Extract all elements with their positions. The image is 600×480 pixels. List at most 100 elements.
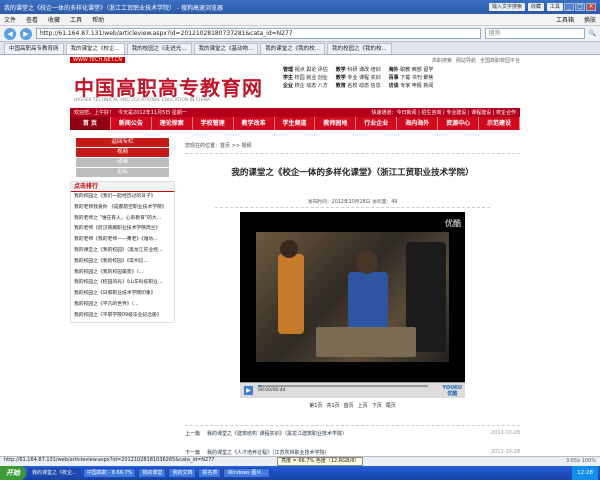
maximize-button[interactable]: □ [575, 3, 585, 11]
tab-5[interactable]: 我的课堂之《我的校... [260, 42, 326, 54]
system-clock[interactable]: 12:28 [572, 466, 598, 480]
taskbar-item[interactable]: 报名表 [198, 468, 222, 478]
ranking-item[interactable]: 我的老师《武汉铁路职业技术学院周兰》 [71, 224, 174, 235]
header-link-group[interactable]: 管理 视点 舆论 评估 [283, 66, 328, 73]
header-link-group[interactable]: 教学 专业 课程 实训 [336, 74, 381, 81]
header-link-group[interactable]: 访谈 专家 申报 新闻 [389, 82, 434, 89]
ranking-item[interactable]: 我的校园之《我们一起经历过的日子》 [71, 192, 174, 203]
minimize-button[interactable]: _ [564, 3, 574, 11]
nav-teachers[interactable]: 教师园地 [315, 117, 357, 130]
playback-time: 00:00/06:44 [258, 388, 286, 393]
video-frame[interactable] [256, 232, 449, 362]
next-date: 2012-10-28 [490, 449, 520, 455]
top-link-nav[interactable]: 网站导航 [456, 57, 476, 64]
taskbar-item[interactable]: 中国高职 - 8.66.7% [82, 468, 137, 478]
progress-track[interactable] [258, 385, 428, 387]
ranking-item[interactable]: 我的校园之《我的校园美景》（... [71, 268, 174, 279]
forum-button[interactable]: 论坛 [76, 168, 169, 177]
ranking-item[interactable]: 我的校园之《平职学院09级毕业纪念册》 [71, 311, 174, 322]
left-sidebar: 返回专栏 视频 动画 论坛 点击排行 我的校园之《我们一起经历过的日子》 我的老… [70, 138, 175, 464]
article-meta: 发布时间：2012年10月28日 访问量：49 [215, 198, 490, 208]
article-title: 我的课堂之《校企一体的多样化课堂》（浙江工贸职业技术学院） [231, 168, 474, 178]
nav-overseas[interactable]: 海内海外 [397, 117, 439, 130]
top-link-platform[interactable]: 全国高职校园平台 [480, 57, 520, 64]
header-link-group[interactable]: 教学 科研 课改 培训 [336, 66, 381, 73]
ranking-item[interactable]: 我的校园之《我的校园》《常州信... [71, 257, 174, 268]
pager-next[interactable]: 下页 [372, 403, 382, 409]
menu-view[interactable]: 查看 [26, 15, 38, 24]
breadcrumb[interactable]: 您现在的位置：首页 >> 视频 [185, 138, 520, 154]
search-icon[interactable]: 🔍 [589, 30, 596, 37]
ranking-item[interactable]: 我的校园之《校园风光》《山东科技职业... [71, 278, 174, 289]
menu-favorites[interactable]: 收藏 [48, 15, 60, 24]
tab-6[interactable]: 我的校园之《我的校... [327, 42, 392, 54]
play-icon[interactable]: ▶ [244, 386, 253, 395]
close-button[interactable]: × [586, 3, 596, 11]
forward-icon[interactable]: ▶ [20, 27, 32, 40]
url-input[interactable]: http://61.164.87.131/web/articleview.asp… [36, 28, 481, 39]
header-link-group[interactable]: 企业 校企 动态 八方 [283, 82, 328, 89]
return-column-button[interactable]: 返回专栏 [76, 138, 169, 147]
header-link-group[interactable]: 海外 职教 西部 留学 [389, 66, 434, 73]
pager-prev[interactable]: 上页 [358, 403, 368, 409]
top-link-search[interactable]: 高职搜索 [432, 57, 452, 64]
start-button[interactable]: 开始 [0, 466, 26, 480]
nav-home[interactable]: 首 页 [70, 117, 111, 130]
quick-links[interactable]: 快速通道：今日新闻 | 招生咨询 | 专业建设 | 课程建设 | 校企合作 [372, 109, 516, 116]
ranking-item[interactable]: 我的老师之 "谁在育人，心系教育"的大... [71, 214, 174, 225]
header-links: 管理 视点 舆论 评估 教学 科研 课改 培训 海外 职教 西部 留学 学生 校… [283, 66, 433, 89]
ranking-item[interactable]: 我的校园之《平凡的世界》（... [71, 300, 174, 311]
tab-4[interactable]: 我的课堂之《基动物... [193, 42, 259, 54]
prev-link[interactable]: 我的课堂之《建筑结构`课程实训》（黑龙江建筑职业技术学院） [207, 430, 491, 437]
ranking-item[interactable]: 我的老师我爱你 《成都航空职业技术学院》 [71, 203, 174, 214]
tab-2[interactable]: 我的课堂之《校企... [65, 42, 125, 54]
menu-tools[interactable]: 工具 [70, 15, 82, 24]
site-topline: WWW.TECH.NET.CN 高职搜索 网站导航 全国高职校园平台 [70, 56, 520, 64]
header-link-group[interactable]: 学生 校园 就业 创业 [283, 74, 328, 81]
prev-label: 上一篇 [185, 431, 201, 437]
nav-industry[interactable]: 行业企业 [356, 117, 398, 130]
pager-first[interactable]: 首页 [344, 403, 354, 409]
taskbar-item[interactable]: 我的文档 [168, 468, 197, 478]
video-workbench [316, 327, 416, 357]
video-player[interactable]: 优酷 ▶ 00:00/06:44 YOUKU 优酷 [240, 212, 465, 398]
header-link-group[interactable]: 百事 下载 书刊 聚焦 [389, 74, 434, 81]
window-titlebar: 我的课堂之《校企一体的多样化课堂》（浙江工贸职业技术学院） - 搜狗高速浏览器 … [0, 0, 600, 14]
nav-school-mgmt[interactable]: 学校管理 [193, 117, 234, 130]
title-tools-button[interactable]: 工具 [546, 3, 563, 11]
menu-help[interactable]: 帮助 [92, 15, 104, 24]
progress-fill [258, 385, 262, 387]
site-container: WWW.TECH.NET.CN 高职搜索 网站导航 全国高职校园平台 中国高职高… [70, 56, 520, 464]
video-button[interactable]: 视频 [76, 148, 169, 157]
nav-demo[interactable]: 示范建设 [479, 117, 520, 130]
taskbar-item[interactable]: 我的课堂 [138, 468, 167, 478]
ranking-item[interactable]: 我的校园之《日照职业技术学院印象》 [71, 289, 174, 300]
next-link[interactable]: 我的课堂之《人才培养过程》（江苏农林职业技术学院） [207, 449, 491, 456]
tab-1[interactable]: 中国高职高专教育网 [4, 42, 64, 54]
nav-teaching-reform[interactable]: 教学改革 [234, 117, 275, 130]
title-favorites-button[interactable]: 收藏 [527, 3, 544, 11]
title-search-input[interactable]: 输入文字搜索 [488, 3, 525, 11]
ranking-item[interactable]: 我的课堂之《我的校园》（黑龙江农业经... [71, 246, 174, 257]
toolbox-button[interactable]: 工具箱 [556, 15, 574, 24]
header-link-group[interactable]: 教育 名校 动态 信息 [336, 82, 381, 89]
tab-3[interactable]: 我的校园之《走进光... [126, 42, 192, 54]
ranking-title: 点击排行 [71, 182, 174, 192]
skin-button[interactable]: 换肤 [584, 15, 596, 24]
pager: 第1页 共1页 首页 上页 下页 尾页 [185, 402, 520, 409]
animation-button[interactable]: 动画 [76, 158, 169, 167]
taskbar-item[interactable]: Windows 图片... [223, 468, 271, 478]
nav-news[interactable]: 新闻公告 [111, 117, 152, 130]
site-logo[interactable]: 中国高职高专教育网 [74, 72, 263, 101]
menu-file[interactable]: 文件 [4, 15, 16, 24]
back-icon[interactable]: ◀ [4, 27, 16, 40]
tab-bar: 中国高职高专教育网 我的课堂之《校企... 我的校园之《走进光... 我的课堂之… [0, 42, 600, 55]
taskbar-item[interactable]: 我的课堂之《校企... [28, 468, 81, 478]
nav-resources[interactable]: 资源中心 [438, 117, 480, 130]
ranking-item[interactable]: 我的老师《我的老师——黄老》《潍坊... [71, 235, 174, 246]
pager-last[interactable]: 尾页 [386, 403, 396, 409]
nav-theory[interactable]: 理论探索 [152, 117, 193, 130]
search-input[interactable]: 搜狗 [484, 28, 585, 39]
nav-students[interactable]: 学生频道 [275, 117, 316, 130]
status-zoom[interactable]: 3.65x 100% [566, 458, 596, 464]
